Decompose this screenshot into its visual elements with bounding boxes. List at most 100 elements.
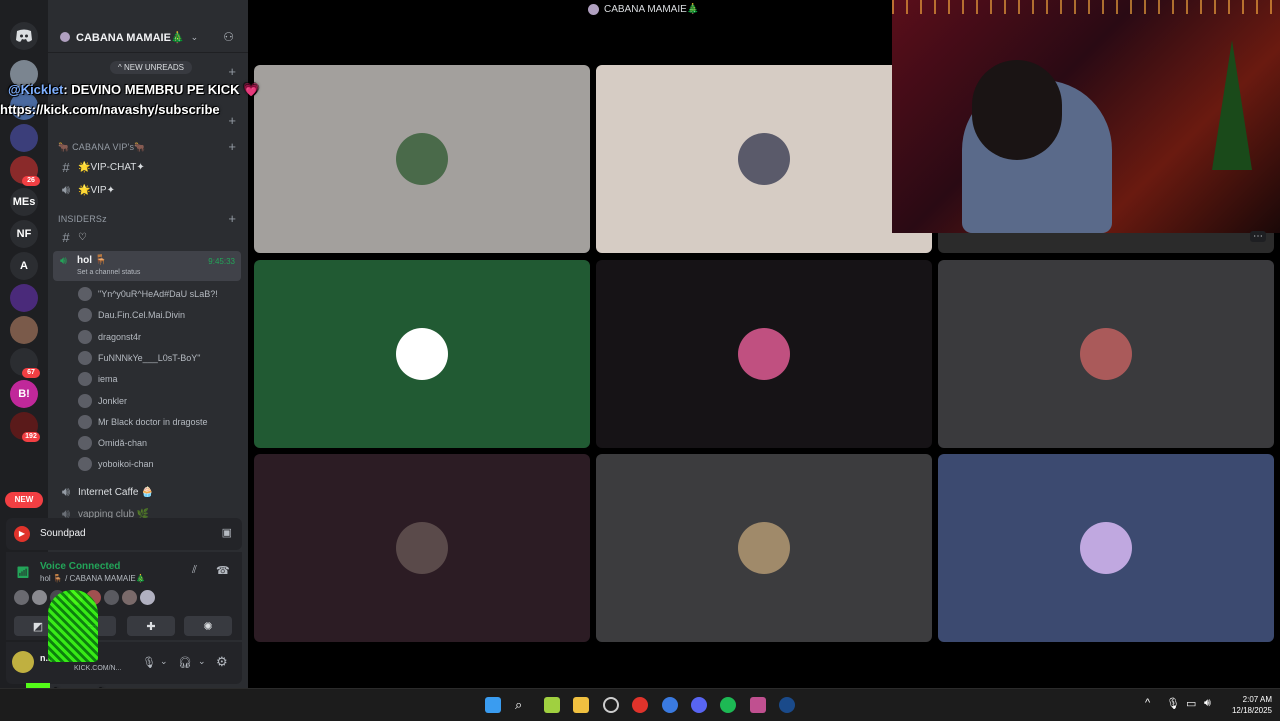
avatar bbox=[396, 327, 448, 380]
new-unreads-pill[interactable]: ^ NEW UNREADS bbox=[110, 61, 193, 74]
tray-chevron-icon[interactable]: ^ bbox=[1145, 697, 1150, 709]
participant-tile[interactable] bbox=[938, 454, 1274, 642]
voice-connected-panel: 📶︎ Voice Connected hol 🪑 / CABANA MAMAIE… bbox=[6, 552, 242, 640]
chevron-down-icon[interactable]: ⌄ bbox=[198, 656, 206, 667]
voice-stage: CABANA MAMAIE🎄 ⋯ bbox=[248, 0, 1280, 688]
list-item[interactable]: dragonst4r bbox=[78, 328, 141, 346]
soundpad-panel[interactable]: ▶ Soundpad ▣ bbox=[6, 518, 242, 550]
list-item[interactable]: Mr Black doctor in dragoste bbox=[78, 413, 208, 431]
add-channel-icon[interactable]: + bbox=[228, 211, 236, 226]
avatar bbox=[738, 133, 790, 185]
channel-status[interactable]: Set a channel status bbox=[77, 269, 140, 276]
gear-icon[interactable]: ⚙ bbox=[216, 654, 228, 670]
participant-tile[interactable] bbox=[596, 454, 932, 642]
spotify-icon[interactable] bbox=[720, 697, 736, 713]
volume-icon[interactable]: 🔊︎ bbox=[1204, 697, 1211, 710]
member-name: Dau.Fin.Cel.Mai.Divin bbox=[98, 310, 186, 321]
server-icon[interactable] bbox=[10, 316, 38, 344]
avatar[interactable] bbox=[14, 590, 29, 605]
app-icon[interactable] bbox=[750, 697, 766, 713]
file-icon[interactable] bbox=[544, 697, 560, 713]
server-icon[interactable]: NF bbox=[10, 220, 38, 248]
app-icon[interactable] bbox=[603, 697, 619, 713]
discord-icon[interactable] bbox=[691, 697, 707, 713]
avatar bbox=[396, 522, 448, 574]
chat-overlay-line1: @Kicklet: DEVINO MEMBRU PE KICK 💗 bbox=[8, 82, 259, 98]
string-lights bbox=[892, 0, 1280, 14]
category-cabana-vips[interactable]: 🐂 CABANA VIP's🐂 bbox=[58, 142, 146, 153]
add-channel-icon[interactable]: + bbox=[228, 113, 236, 128]
windows-start-icon[interactable] bbox=[485, 697, 501, 713]
list-item[interactable]: "Yn^y0uR^HeAd#DaU sLaB?! bbox=[78, 285, 218, 303]
microphone-icon[interactable]: 🎙︎ bbox=[142, 656, 156, 669]
list-item[interactable]: yoboikoi-chan bbox=[78, 455, 154, 473]
noise-suppression-icon[interactable]: ⫽ bbox=[192, 564, 197, 577]
chevron-down-icon[interactable]: ⌄ bbox=[160, 656, 168, 667]
disconnect-icon[interactable]: ☎ bbox=[216, 564, 230, 577]
participant-tile[interactable] bbox=[596, 65, 932, 253]
add-member-icon[interactable]: ⚇ bbox=[223, 30, 234, 44]
activities-button[interactable]: ✚ bbox=[127, 616, 175, 636]
server-icon[interactable]: MEs bbox=[10, 188, 38, 216]
voice-location[interactable]: hol 🪑 / CABANA MAMAIE🎄 bbox=[40, 574, 146, 583]
channel-vip-chat[interactable]: # 🌟VIP-CHAT✦ bbox=[60, 160, 144, 175]
server-icon[interactable] bbox=[10, 124, 38, 152]
soundboard-icon: ✺ bbox=[203, 620, 213, 633]
channel-vip[interactable]: 🔊︎ 🌟VIP✦ bbox=[60, 182, 115, 198]
add-channel-icon[interactable]: + bbox=[228, 139, 236, 154]
text-channel-icon: # bbox=[62, 230, 70, 245]
avatar bbox=[396, 133, 448, 185]
media-icon[interactable] bbox=[632, 697, 648, 713]
user-status: KICK.COM/N... bbox=[74, 665, 122, 672]
list-item[interactable]: Omidă-chan bbox=[78, 434, 147, 452]
discord-home-icon[interactable] bbox=[10, 22, 38, 50]
active-voice-channel[interactable]: 🔊︎ hol 🪑 9:45:33 Set a channel status bbox=[53, 251, 241, 281]
channel-insiders-text[interactable]: # ♡ bbox=[60, 230, 87, 245]
avatar[interactable] bbox=[12, 651, 34, 673]
avatar bbox=[1080, 522, 1132, 574]
clock[interactable]: 2:07 AM 12/18/2025 bbox=[1228, 694, 1272, 716]
microphone-icon[interactable]: 🎙︎ bbox=[1166, 697, 1180, 710]
folder-icon[interactable] bbox=[573, 697, 589, 713]
server-icon[interactable]: B! bbox=[10, 380, 38, 408]
participant-tile[interactable] bbox=[254, 259, 590, 448]
headphones-icon[interactable]: 🎧︎ bbox=[178, 656, 192, 669]
participant-tile[interactable] bbox=[254, 454, 590, 642]
voice-status[interactable]: Voice Connected bbox=[40, 561, 120, 572]
list-item[interactable]: iema bbox=[78, 370, 118, 388]
list-item[interactable]: Jonkler bbox=[78, 392, 127, 410]
participant-tile[interactable] bbox=[254, 65, 590, 253]
list-item[interactable]: Dau.Fin.Cel.Mai.Divin bbox=[78, 306, 185, 324]
server-header[interactable]: CABANA MAMAIE🎄 ⌄ ⚇ bbox=[48, 22, 248, 53]
network-icon[interactable]: ▭ bbox=[1186, 697, 1196, 710]
avatar[interactable] bbox=[122, 590, 137, 605]
play-icon: ▶ bbox=[14, 526, 30, 542]
member-name: yoboikoi-chan bbox=[98, 459, 154, 470]
avatar bbox=[78, 308, 92, 323]
subscribe-link: https://kick.com/navashy/subscribe bbox=[0, 102, 220, 117]
soundboard-button[interactable]: ✺ bbox=[184, 616, 232, 636]
avatar[interactable] bbox=[104, 590, 119, 605]
channel-internet-caffe[interactable]: 🔊︎ Internet Caffe 🧁 bbox=[60, 484, 154, 500]
category-insiders[interactable]: INSIDERSz bbox=[58, 214, 107, 224]
avatar bbox=[78, 393, 92, 408]
soundpad-label: Soundpad bbox=[40, 528, 86, 539]
chevron-down-icon: ⌄ bbox=[190, 31, 199, 42]
screen-icon[interactable]: ▣ bbox=[222, 526, 232, 539]
new-badge[interactable]: NEW bbox=[5, 492, 43, 508]
green-emblem bbox=[48, 590, 98, 662]
server-icon[interactable] bbox=[10, 284, 38, 312]
avatar[interactable] bbox=[32, 590, 47, 605]
search-icon[interactable]: ⌕ bbox=[515, 697, 531, 713]
webcam-overlay bbox=[892, 0, 1280, 233]
steam-icon[interactable] bbox=[779, 697, 795, 713]
participant-tile[interactable] bbox=[938, 259, 1274, 448]
voice-channel-name: hol 🪑 bbox=[77, 255, 108, 266]
add-channel-icon[interactable]: + bbox=[228, 64, 236, 79]
more-options-icon[interactable]: ⋯ bbox=[1250, 231, 1266, 242]
avatar[interactable] bbox=[140, 590, 155, 605]
browser-icon[interactable] bbox=[662, 697, 678, 713]
participant-tile[interactable] bbox=[596, 259, 932, 448]
list-item[interactable]: FuNNNkYe___L0sT-BoY" bbox=[78, 349, 200, 367]
server-icon[interactable]: A bbox=[10, 252, 38, 280]
